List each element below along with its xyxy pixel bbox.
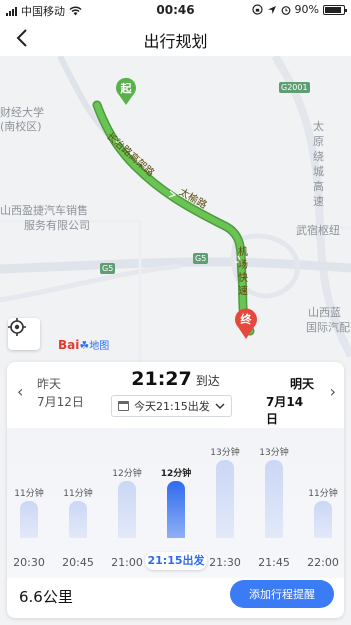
time-tick-label[interactable]: 20:30 <box>7 556 51 569</box>
start-marker[interactable]: 起 <box>114 76 138 106</box>
road-badge: G5 <box>193 253 209 264</box>
paw-icon: ☘ <box>79 339 90 352</box>
map-label: 高 <box>313 180 324 193</box>
end-marker-label: 终 <box>240 313 252 326</box>
location-arrow-icon <box>267 5 276 14</box>
map-label: (南校区) <box>0 120 42 133</box>
locate-button[interactable] <box>8 318 40 350</box>
road-name: 机场快速 <box>238 247 248 297</box>
arrival-suffix: 到达 <box>195 374 220 388</box>
map-label: 速 <box>313 195 324 208</box>
map-label: 国际汽配 <box>306 321 350 334</box>
time-tick-label[interactable]: 21:15出发 <box>145 552 207 570</box>
map-label: 财经大学 <box>0 106 44 119</box>
battery-icon <box>323 4 347 15</box>
status-bar: 中国移动 00:46 90% <box>0 0 351 20</box>
calendar-icon <box>118 401 129 411</box>
battery-percent: 90% <box>294 3 319 16</box>
chart-bar[interactable] <box>167 480 185 538</box>
baidu-logo: Bai☘地图 <box>58 337 109 352</box>
road-badge: G2001 <box>279 82 310 93</box>
chart-bar[interactable] <box>265 460 283 538</box>
chart-bar[interactable] <box>216 460 234 538</box>
travel-time-chart[interactable]: 11分钟 20:30 11分钟 20:45 12分钟 21:00 12分钟 21:15出发 13… <box>7 428 344 578</box>
status-right: 90% <box>251 3 347 16</box>
bar-value-label: 11分钟 <box>308 489 338 500</box>
chevron-down-icon <box>215 403 225 409</box>
time-tick-label[interactable]: 22:00 <box>301 556 344 569</box>
alarm-icon <box>281 5 290 15</box>
bar-value-label: 11分钟 <box>63 489 93 500</box>
bar-value-label: 11分钟 <box>14 489 44 500</box>
bar-value-label: 13分钟 <box>210 448 240 458</box>
add-reminder-button[interactable]: 添加行程提醒 <box>230 580 334 608</box>
map-label: 城 <box>313 165 324 178</box>
crosshair-icon <box>8 318 26 336</box>
nav-bar: 出行规划 <box>0 20 351 56</box>
chart-bar[interactable] <box>69 501 87 538</box>
chevron-right-icon: › <box>329 382 336 401</box>
next-day-button[interactable]: 明天 7月14日 › <box>266 372 336 426</box>
page-title: 出行规划 <box>143 32 208 51</box>
bar-value-label: 12分钟 <box>112 468 142 479</box>
route-map[interactable]: 财经大学 (南校区) 山西盈捷汽车销售 服务有限公司 太 原 绕 城 高 速 武… <box>0 56 351 376</box>
prev-day-date: 7月12日 <box>37 395 84 409</box>
bar-value-label: 13分钟 <box>259 448 289 458</box>
chart-bar[interactable] <box>118 480 136 538</box>
time-tick-label[interactable]: 21:00 <box>105 556 149 569</box>
road-badge: G5 <box>100 263 116 274</box>
time-tick-label[interactable]: 20:45 <box>56 556 100 569</box>
start-marker-label: 起 <box>120 82 132 95</box>
time-tick-label[interactable]: 21:45 <box>252 556 296 569</box>
map-label: 山西盈捷汽车销售 <box>0 204 88 217</box>
end-marker[interactable]: 终 <box>233 306 259 340</box>
next-day-label: 明天 <box>289 377 314 391</box>
logo-sub: 地图 <box>89 341 110 352</box>
plan-panel: ‹ 昨天 7月12日 21:27 到达 今天21:15出发 明天 7月14日 › … <box>7 362 344 618</box>
map-label: 原 <box>313 135 324 148</box>
map-label: 太 <box>313 120 324 133</box>
chart-bar[interactable] <box>20 501 38 538</box>
lock-rotation-icon <box>251 4 263 15</box>
next-day-date: 7月14日 <box>266 395 304 426</box>
map-label: 山西蓝 <box>308 306 341 319</box>
arrival-time: 21:27 <box>131 368 192 390</box>
bar-value-label: 12分钟 <box>160 468 192 479</box>
map-label: 绕 <box>313 150 324 163</box>
route-distance: 6.6公里 <box>19 588 73 606</box>
map-label: 服务有限公司 <box>24 219 90 232</box>
depart-time-label: 今天21:15出发 <box>134 400 210 413</box>
map-label: 武宿枢纽 <box>296 224 340 237</box>
depart-time-selector[interactable]: 今天21:15出发 <box>111 395 232 417</box>
time-tick-label[interactable]: 21:30 <box>203 556 247 569</box>
chart-bar[interactable] <box>314 501 332 538</box>
logo-text: Bai <box>58 338 80 352</box>
